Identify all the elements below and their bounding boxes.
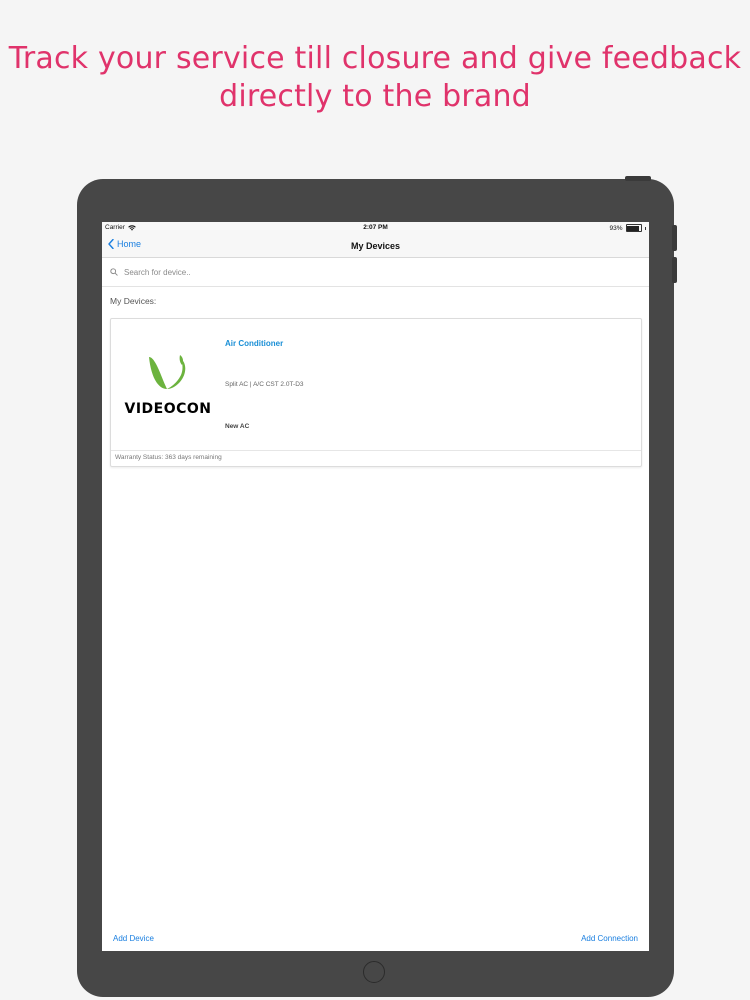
battery-icon: [625, 224, 642, 232]
home-button[interactable]: [363, 961, 385, 983]
battery-percent: 93%: [609, 224, 623, 232]
device-nickname: New AC: [225, 423, 250, 430]
promo-headline-line2: directly to the brand: [219, 79, 531, 114]
device-model: Split AC | A/C CST 2.0T-D3: [225, 381, 304, 388]
search-input[interactable]: [122, 266, 426, 278]
tablet-frame: Carrier 2:07 PM 93% Home My Devices Sear…: [77, 176, 677, 997]
volume-down-button: [672, 257, 677, 283]
videocon-logo-icon: [149, 355, 186, 389]
add-device-button[interactable]: Add Device: [113, 934, 154, 943]
device-name: Air Conditioner: [225, 339, 284, 348]
search-icon: [110, 268, 118, 276]
page-title: My Devices: [350, 241, 401, 251]
status-bar: Carrier 2:07 PM 93%: [102, 222, 649, 235]
navigation-bar: Home My Devices: [102, 235, 649, 258]
search-bar: [102, 258, 649, 287]
warranty-status: Warranty Status: 363 days remaining: [115, 454, 222, 461]
section-label: My Devices:: [110, 296, 157, 306]
card-divider: [111, 450, 641, 451]
brand-wordmark: VIDEOCON: [124, 401, 212, 417]
status-time: 2:07 PM: [363, 224, 388, 231]
battery-tip: [644, 226, 646, 230]
app-screen: Carrier 2:07 PM 93% Home My Devices Sear…: [102, 222, 649, 951]
device-card[interactable]: VIDEOCON Air Conditioner Split AC | A/C …: [110, 318, 642, 467]
bottom-toolbar: Add Device Add Connection: [102, 929, 649, 951]
promo-headline-line1: Track your service till closure and give…: [8, 41, 742, 76]
power-button: [625, 176, 651, 181]
promo-headline: Track your service till closure and give…: [0, 40, 750, 116]
add-connection-button[interactable]: Add Connection: [581, 934, 638, 943]
brand-logo: VIDEOCON: [115, 349, 221, 419]
volume-up-button: [672, 225, 677, 251]
